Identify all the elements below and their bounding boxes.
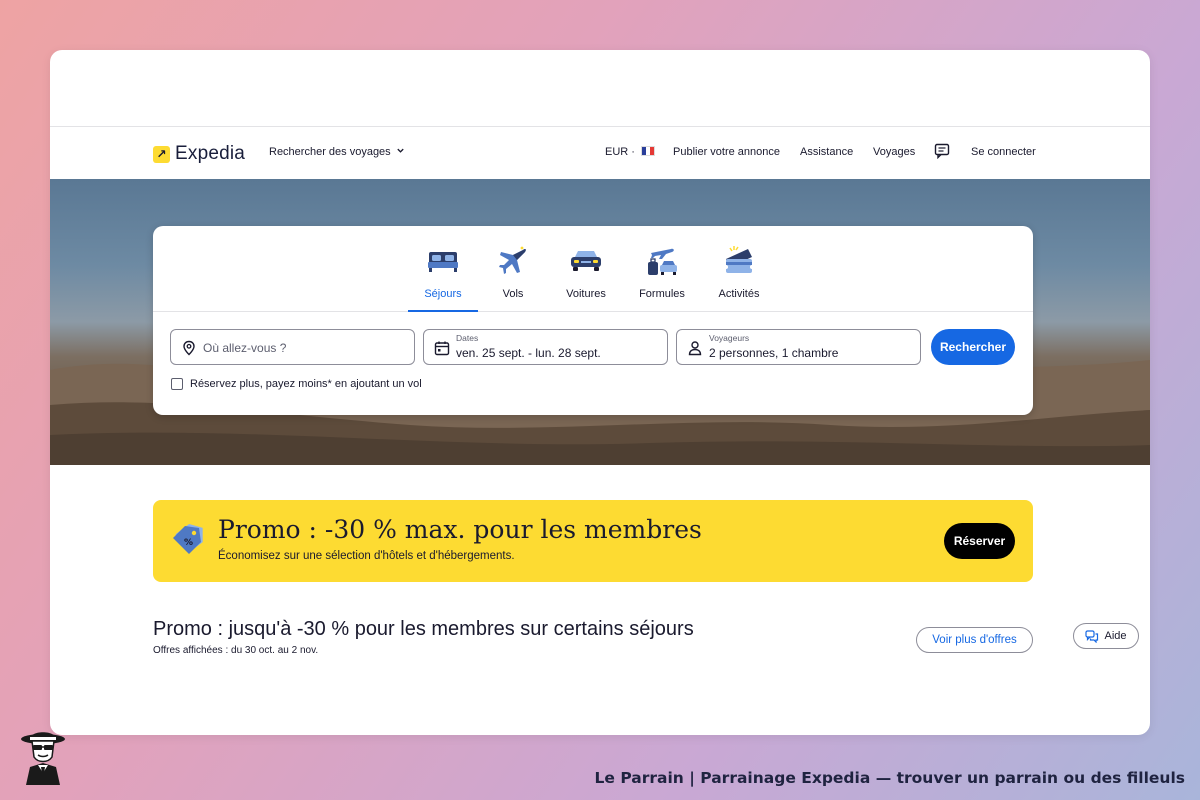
site-header: ↗ Expedia Rechercher des voyages EUR · P… — [50, 126, 1150, 179]
currency-selector[interactable]: EUR · — [605, 146, 656, 158]
chevron-down-icon — [397, 148, 404, 153]
airplane-icon — [499, 246, 526, 274]
svg-text:%: % — [184, 538, 193, 548]
help-label: Aide — [1104, 630, 1127, 642]
tab-label: Vols — [502, 288, 524, 300]
checkbox-label: Réservez plus, payez moins* en ajoutant … — [190, 378, 422, 390]
tab-label: Voitures — [566, 288, 606, 300]
tab-label: Séjours — [424, 288, 462, 300]
offers-date-range: Offres affichées : du 30 oct. au 2 nov. — [153, 645, 319, 656]
travelers-caption: Voyageurs — [709, 333, 750, 343]
trips-link[interactable]: Voyages — [873, 146, 915, 158]
help-button[interactable]: Aide — [1073, 623, 1139, 649]
calendar-icon — [434, 341, 450, 356]
hero-banner: Séjours Vols Voitures Formules Activités… — [50, 179, 1150, 465]
le-parrain-mascot — [21, 732, 65, 785]
product-tabs: Séjours Vols Voitures Formules Activités — [153, 226, 1033, 312]
browser-card: ↗ Expedia Rechercher des voyages EUR · P… — [50, 50, 1150, 735]
chat-bubbles-icon — [1085, 629, 1099, 643]
car-icon — [571, 251, 601, 271]
add-flight-checkbox[interactable]: Réservez plus, payez moins* en ajoutant … — [171, 378, 422, 390]
destination-input[interactable]: Où allez-vous ? — [170, 329, 415, 365]
search-trips-menu[interactable]: Rechercher des voyages — [269, 146, 405, 158]
package-icon — [648, 248, 677, 275]
tab-label: Formules — [639, 288, 685, 300]
login-link[interactable]: Se connecter — [971, 146, 1036, 158]
tab-voitures[interactable]: Voitures — [548, 244, 624, 300]
tab-vols[interactable]: Vols — [475, 244, 551, 300]
percent-tag-icon: % — [173, 524, 203, 554]
site-caption: Le Parrain | Parrainage Expedia — trouve… — [594, 769, 1185, 787]
search-button[interactable]: Rechercher — [931, 329, 1015, 365]
dates-value: ven. 25 sept. - lun. 28 sept. — [456, 346, 601, 360]
promo-subtitle: Économisez sur une sélection d'hôtels et… — [218, 550, 515, 562]
logo-text: Expedia — [175, 143, 246, 164]
offers-heading: Promo : jusqu'à -30 % pour les membres s… — [153, 618, 694, 640]
tab-activites[interactable]: Activités — [701, 244, 777, 300]
bed-icon — [428, 252, 458, 272]
search-trips-label: Rechercher des voyages — [269, 146, 391, 158]
location-pin-icon — [183, 340, 195, 356]
travelers-field[interactable]: Voyageurs 2 personnes, 1 chambre — [676, 329, 921, 365]
checkbox-box[interactable] — [171, 378, 183, 390]
destination-placeholder: Où allez-vous ? — [203, 341, 287, 355]
member-promo-banner: % Promo : -30 % max. pour les membres Éc… — [153, 500, 1033, 582]
expedia-logo[interactable]: ↗ Expedia — [153, 143, 245, 165]
assistance-link[interactable]: Assistance — [800, 146, 853, 158]
tab-formules[interactable]: Formules — [624, 244, 700, 300]
france-flag-icon — [641, 146, 656, 156]
travelers-value: 2 personnes, 1 chambre — [709, 346, 839, 360]
dates-field[interactable]: Dates ven. 25 sept. - lun. 28 sept. — [423, 329, 668, 365]
reserve-button[interactable]: Réserver — [944, 523, 1015, 559]
dates-caption: Dates — [456, 333, 479, 343]
publish-listing-link[interactable]: Publier votre annonce — [673, 146, 780, 158]
promo-title: Promo : -30 % max. pour les membres — [218, 515, 702, 544]
tab-label: Activités — [718, 288, 760, 300]
person-icon — [688, 341, 702, 356]
expedia-logo-icon: ↗ — [153, 145, 170, 163]
ticket-icon — [724, 246, 754, 273]
tab-sejours[interactable]: Séjours — [405, 244, 481, 312]
see-more-offers-button[interactable]: Voir plus d'offres — [916, 627, 1033, 653]
search-panel: Séjours Vols Voitures Formules Activités… — [153, 226, 1033, 415]
message-icon[interactable] — [934, 143, 950, 159]
currency-label: EUR · — [605, 146, 635, 158]
